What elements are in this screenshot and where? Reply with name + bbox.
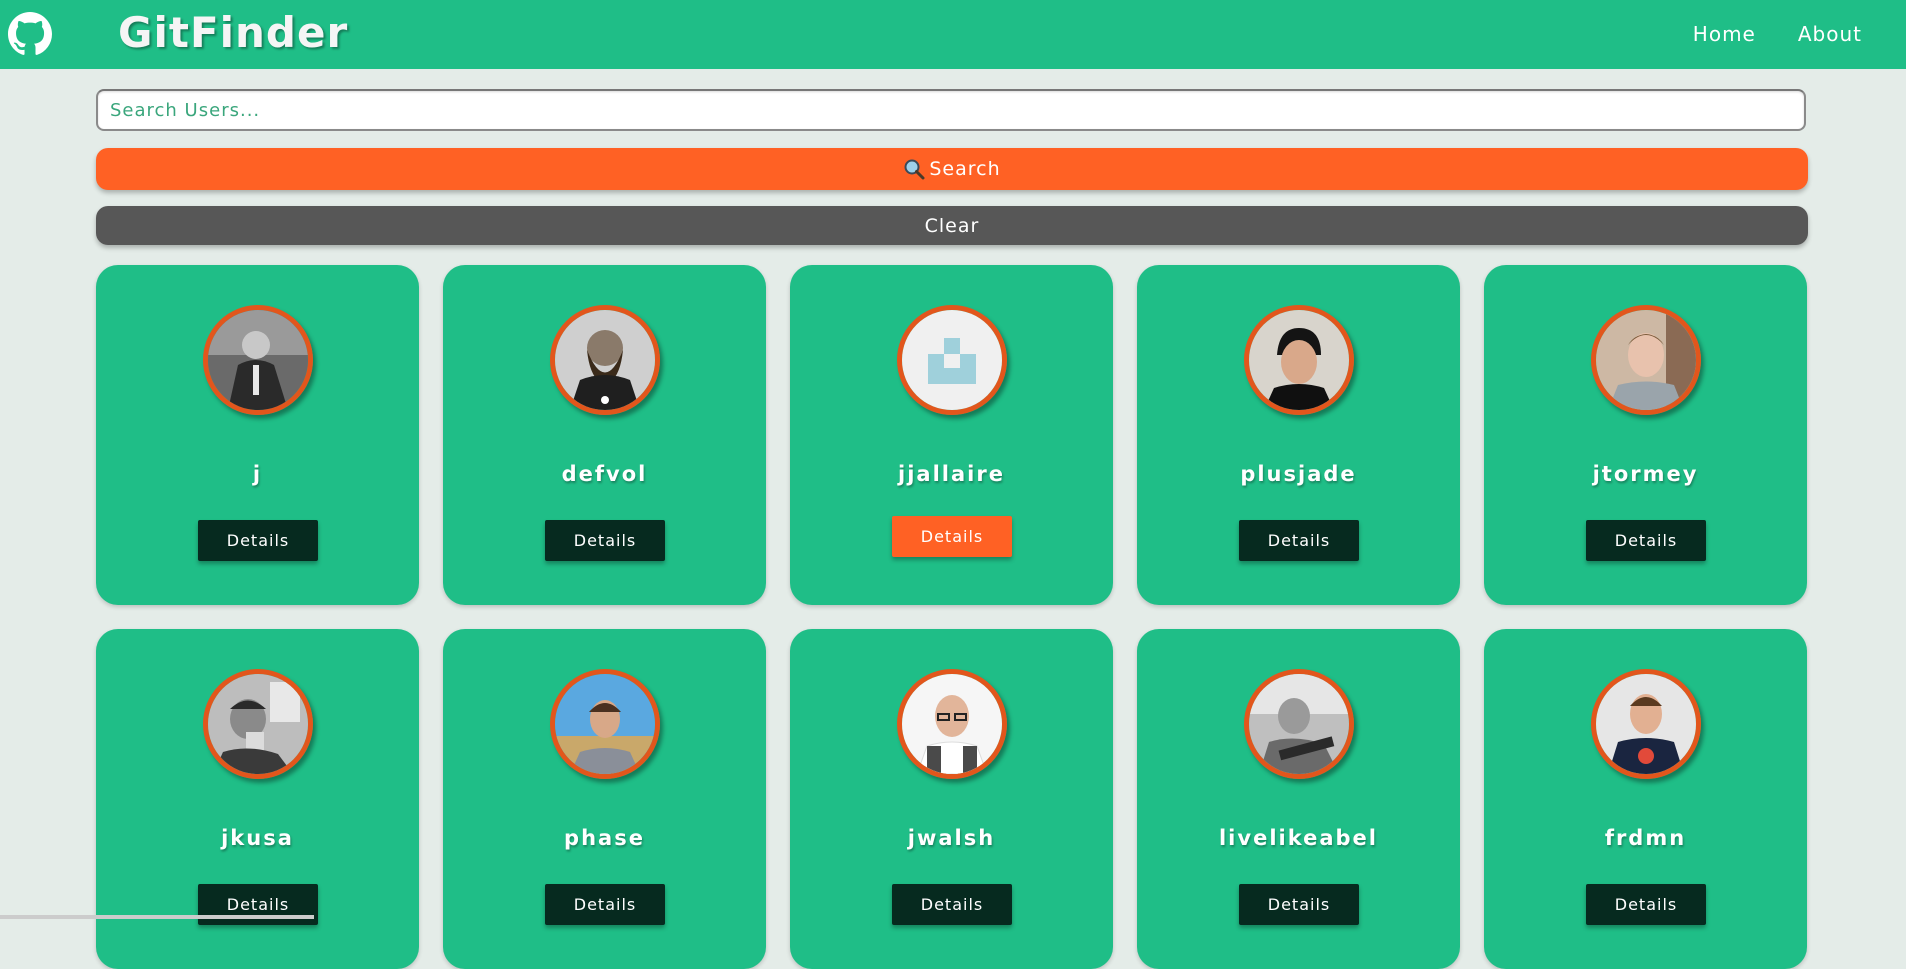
details-button[interactable]: Details xyxy=(1586,520,1706,561)
avatar xyxy=(203,305,313,415)
avatar xyxy=(550,305,660,415)
nav-link-about[interactable]: About xyxy=(1798,22,1862,46)
search-button-label: Search xyxy=(929,158,1000,180)
user-card: jwalsh Details xyxy=(790,629,1113,969)
user-card: phase Details xyxy=(443,629,766,969)
user-card: frdmn Details xyxy=(1484,629,1807,969)
user-card: plusjade Details xyxy=(1137,265,1460,605)
app-title: GitFinder xyxy=(118,8,348,57)
username: phase xyxy=(443,826,766,850)
avatar xyxy=(1244,305,1354,415)
avatar xyxy=(1244,669,1354,779)
search-button[interactable]: Search xyxy=(96,148,1808,190)
details-button[interactable]: Details xyxy=(1239,520,1359,561)
username: jjallaire xyxy=(790,462,1113,486)
clear-button[interactable]: Clear xyxy=(96,206,1808,245)
nav-link-home[interactable]: Home xyxy=(1693,22,1756,46)
username: plusjade xyxy=(1137,462,1460,486)
details-button[interactable]: Details xyxy=(892,516,1012,557)
username: frdmn xyxy=(1484,826,1807,850)
avatar xyxy=(897,305,1007,415)
user-card: jjallaire Details xyxy=(790,265,1113,605)
user-grid: j Details defvol Details jjallaire Detai… xyxy=(96,265,1808,969)
username: jtormey xyxy=(1484,462,1807,486)
magnifying-glass-icon xyxy=(903,158,925,180)
avatar xyxy=(897,669,1007,779)
username: jwalsh xyxy=(790,826,1113,850)
user-card: livelikeabel Details xyxy=(1137,629,1460,969)
avatar xyxy=(203,669,313,779)
username: j xyxy=(96,462,419,486)
user-card: j Details xyxy=(96,265,419,605)
details-button[interactable]: Details xyxy=(545,520,665,561)
avatar xyxy=(1591,669,1701,779)
username: livelikeabel xyxy=(1137,826,1460,850)
details-button[interactable]: Details xyxy=(198,520,318,561)
nav-links: Home About xyxy=(1693,22,1862,46)
status-bar xyxy=(0,915,314,919)
github-icon[interactable] xyxy=(8,12,52,56)
avatar xyxy=(550,669,660,779)
navbar: GitFinder Home About xyxy=(0,0,1906,69)
username: defvol xyxy=(443,462,766,486)
search-input[interactable] xyxy=(96,89,1806,131)
user-card: jtormey Details xyxy=(1484,265,1807,605)
avatar xyxy=(1591,305,1701,415)
user-card: defvol Details xyxy=(443,265,766,605)
username: jkusa xyxy=(96,826,419,850)
